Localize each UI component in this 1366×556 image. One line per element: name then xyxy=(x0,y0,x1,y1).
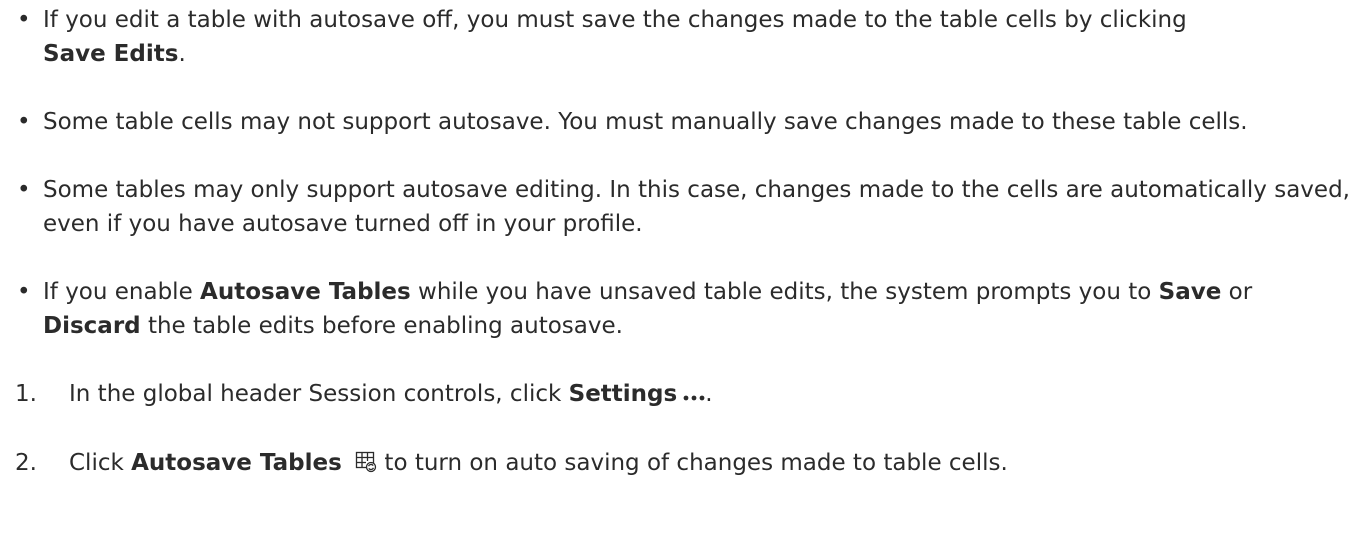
item-text: Some tables may only support autosave ed… xyxy=(43,177,1350,237)
step-text: In the global header Session controls, c… xyxy=(69,381,562,407)
autosave-tables-label: Autosave Tables xyxy=(131,449,342,476)
save-edits-label: Save Edits xyxy=(43,41,179,67)
discard-label: Discard xyxy=(43,313,141,339)
step-number: 2. xyxy=(15,449,37,476)
steps-list: 1. In the global header Session controls… xyxy=(15,377,1366,483)
bullet-icon: • xyxy=(17,109,31,135)
autosave-tables-label: Autosave Tables xyxy=(200,279,411,305)
document-content: • If you edit a table with autosave off,… xyxy=(0,0,1366,483)
list-item: • Some table cells may not support autos… xyxy=(15,105,1363,139)
bullet-icon: • xyxy=(17,177,31,203)
item-text: . xyxy=(178,41,186,67)
item-text: while you have unsaved table edits, the … xyxy=(418,279,1152,305)
bullet-icon: • xyxy=(17,7,31,33)
item-text: or xyxy=(1228,279,1253,305)
autosave-table-icon xyxy=(355,449,377,483)
save-label: Save xyxy=(1158,279,1222,305)
item-text: If you edit a table with autosave off, y… xyxy=(43,7,1187,33)
step-number: 1. xyxy=(15,381,37,407)
step-text: . xyxy=(705,381,713,407)
list-item: • If you enable Autosave Tables while yo… xyxy=(15,275,1363,343)
item-text: Some table cells may not support autosav… xyxy=(43,109,1248,135)
settings-label: Settings xyxy=(568,381,678,407)
step-item: 1. In the global header Session controls… xyxy=(15,377,1366,412)
item-text: If you enable xyxy=(43,279,193,305)
bullet-icon: • xyxy=(17,279,31,305)
notes-list: • If you edit a table with autosave off,… xyxy=(15,3,1366,343)
step-text: to turn on auto saving of changes made t… xyxy=(384,449,1008,476)
list-item: • Some tables may only support autosave … xyxy=(15,173,1363,241)
item-text: the table edits before enabling autosave… xyxy=(147,313,623,339)
step-item: 2. Click Autosave Tables to turn on auto… xyxy=(15,446,1366,483)
list-item: • If you edit a table with autosave off,… xyxy=(15,3,1363,71)
more-dots-icon xyxy=(683,378,705,412)
step-text: Click xyxy=(69,449,124,476)
